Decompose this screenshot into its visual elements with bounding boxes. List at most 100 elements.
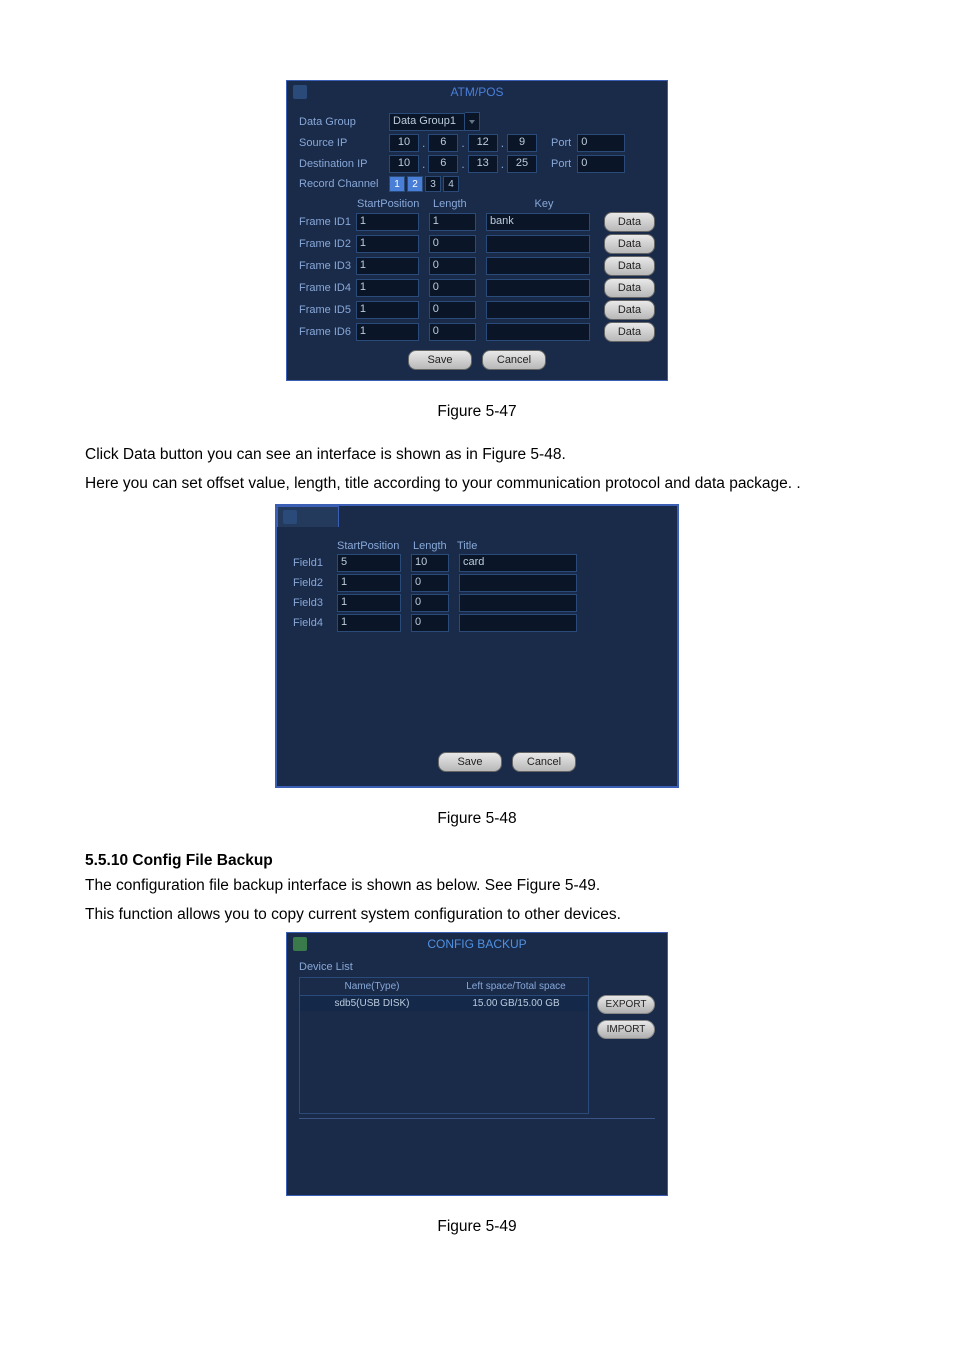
- field3-title[interactable]: [459, 594, 577, 612]
- frame5-sp[interactable]: 1: [356, 301, 419, 319]
- col-name-type: Name(Type): [300, 978, 444, 995]
- label-dest-ip: Destination IP: [299, 158, 389, 170]
- save-button[interactable]: Save: [438, 752, 502, 772]
- frame-row: Frame ID2 1 0 Data: [299, 234, 655, 254]
- frame4-data-button[interactable]: Data: [604, 278, 655, 298]
- col-key: Key: [489, 198, 599, 210]
- channel-4[interactable]: 4: [443, 176, 459, 192]
- paragraph: Click Data button you can see an interfa…: [85, 443, 869, 466]
- channel-3[interactable]: 3: [425, 176, 441, 192]
- dst-ip-1[interactable]: 10: [389, 155, 419, 173]
- export-button[interactable]: EXPORT: [597, 995, 655, 1014]
- dst-ip-4[interactable]: 25: [507, 155, 537, 173]
- field-row: Field4 1 0: [293, 614, 661, 632]
- frame6-key[interactable]: [486, 323, 590, 341]
- dialog-title: ATM/POS: [287, 81, 667, 103]
- config-backup-dialog: CONFIG BACKUP Device List Name(Type) Lef…: [286, 932, 668, 1196]
- data-group-select[interactable]: Data Group1: [389, 112, 480, 131]
- frame1-data-button[interactable]: Data: [604, 212, 655, 232]
- frame1-sp[interactable]: 1: [356, 213, 419, 231]
- frame4-sp[interactable]: 1: [356, 279, 419, 297]
- chevron-down-icon: [469, 120, 475, 124]
- channel-1[interactable]: 1: [389, 176, 405, 192]
- figure-caption: Figure 5-47: [85, 403, 869, 421]
- frame6-len[interactable]: 0: [429, 323, 476, 341]
- frame3-len[interactable]: 0: [429, 257, 476, 275]
- field-row: Field1 5 10 card: [293, 554, 661, 572]
- dialog-title: CONFIG BACKUP: [287, 933, 667, 955]
- src-port-input[interactable]: 0: [577, 134, 625, 152]
- dst-ip-2[interactable]: 6: [428, 155, 458, 173]
- atm-icon: [293, 85, 307, 99]
- field-dialog: StartPosition Length Title Field1 5 10 c…: [275, 504, 679, 788]
- field2-title[interactable]: [459, 574, 577, 592]
- src-ip-1[interactable]: 10: [389, 134, 419, 152]
- dst-port-input[interactable]: 0: [577, 155, 625, 173]
- field1-sp[interactable]: 5: [337, 554, 401, 572]
- frame1-key[interactable]: bank: [486, 213, 590, 231]
- frame3-sp[interactable]: 1: [356, 257, 419, 275]
- field3-sp[interactable]: 1: [337, 594, 401, 612]
- frame-row: Frame ID6 1 0 Data: [299, 322, 655, 342]
- frame2-len[interactable]: 0: [429, 235, 476, 253]
- import-button[interactable]: IMPORT: [597, 1020, 655, 1039]
- frame-row: Frame ID4 1 0 Data: [299, 278, 655, 298]
- frame3-key[interactable]: [486, 257, 590, 275]
- src-ip-2[interactable]: 6: [428, 134, 458, 152]
- field4-len[interactable]: 0: [411, 614, 449, 632]
- figure-caption: Figure 5-49: [85, 1218, 869, 1236]
- col-length: Length: [433, 198, 489, 210]
- dialog-icon: [283, 510, 297, 524]
- field4-sp[interactable]: 1: [337, 614, 401, 632]
- atmpos-dialog: ATM/POS Data Group Data Group1 Source IP…: [286, 80, 668, 381]
- frame2-data-button[interactable]: Data: [604, 234, 655, 254]
- frame-row: Frame ID5 1 0 Data: [299, 300, 655, 320]
- src-ip-4[interactable]: 9: [507, 134, 537, 152]
- label-source-ip: Source IP: [299, 137, 389, 149]
- col-startposition: StartPosition: [337, 540, 413, 552]
- field2-len[interactable]: 0: [411, 574, 449, 592]
- figure-caption: Figure 5-48: [85, 810, 869, 828]
- device-row[interactable]: sdb5(USB DISK) 15.00 GB/15.00 GB: [300, 996, 588, 1011]
- label-record-channel: Record Channel: [299, 178, 389, 190]
- src-ip-3[interactable]: 12: [468, 134, 498, 152]
- frame2-key[interactable]: [486, 235, 590, 253]
- field-row: Field2 1 0: [293, 574, 661, 592]
- label-dst-port: Port: [551, 158, 571, 170]
- channel-2[interactable]: 2: [407, 176, 423, 192]
- frame6-sp[interactable]: 1: [356, 323, 419, 341]
- col-space: Left space/Total space: [444, 978, 588, 995]
- config-backup-icon: [293, 937, 307, 951]
- col-length: Length: [413, 540, 457, 552]
- frame-row: Frame ID1 1 1 bank Data: [299, 212, 655, 232]
- dst-ip-3[interactable]: 13: [468, 155, 498, 173]
- paragraph: This function allows you to copy current…: [85, 903, 869, 926]
- col-title: Title: [457, 540, 477, 552]
- frame5-data-button[interactable]: Data: [604, 300, 655, 320]
- label-data-group: Data Group: [299, 116, 389, 128]
- paragraph: The configuration file backup interface …: [85, 874, 869, 897]
- device-space: 15.00 GB/15.00 GB: [444, 996, 588, 1011]
- frame4-len[interactable]: 0: [429, 279, 476, 297]
- frame1-len[interactable]: 1: [429, 213, 476, 231]
- field2-sp[interactable]: 1: [337, 574, 401, 592]
- device-table: Name(Type) Left space/Total space sdb5(U…: [299, 977, 589, 1114]
- frame-row: Frame ID3 1 0 Data: [299, 256, 655, 276]
- frame6-data-button[interactable]: Data: [604, 322, 655, 342]
- cancel-button[interactable]: Cancel: [482, 350, 546, 370]
- label-device-list: Device List: [299, 961, 655, 973]
- field1-title[interactable]: card: [459, 554, 577, 572]
- field4-title[interactable]: [459, 614, 577, 632]
- col-startposition: StartPosition: [357, 198, 433, 210]
- frame3-data-button[interactable]: Data: [604, 256, 655, 276]
- frame4-key[interactable]: [486, 279, 590, 297]
- section-heading: 5.5.10 Config File Backup: [85, 852, 869, 870]
- frame5-key[interactable]: [486, 301, 590, 319]
- field3-len[interactable]: 0: [411, 594, 449, 612]
- frame2-sp[interactable]: 1: [356, 235, 419, 253]
- cancel-button[interactable]: Cancel: [512, 752, 576, 772]
- frame5-len[interactable]: 0: [429, 301, 476, 319]
- save-button[interactable]: Save: [408, 350, 472, 370]
- field1-len[interactable]: 10: [411, 554, 449, 572]
- field-row: Field3 1 0: [293, 594, 661, 612]
